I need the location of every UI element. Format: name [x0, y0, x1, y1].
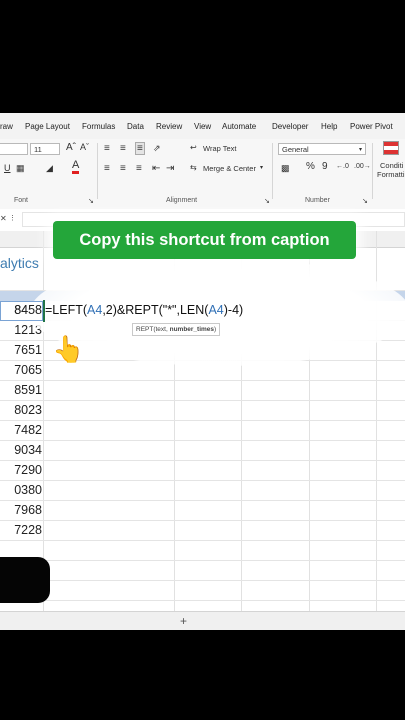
font-size-value: 11 — [34, 145, 42, 154]
divider — [272, 143, 273, 199]
fill-color-icon[interactable]: ◢ — [46, 163, 53, 174]
cell-value[interactable]: 7651 — [0, 341, 42, 360]
table-row[interactable] — [0, 541, 405, 561]
table-row[interactable]: 9034 — [0, 441, 405, 461]
conditional-formatting-label-2[interactable]: Formatti — [377, 170, 405, 179]
cell-value[interactable]: 9034 — [0, 441, 42, 460]
cell-value[interactable]: 8023 — [0, 401, 42, 420]
function-tooltip: REPT(text, number_times) — [132, 323, 221, 336]
percent-style-button[interactable]: % — [306, 161, 315, 172]
cell-value[interactable]: 7228 — [0, 521, 42, 540]
number-format-dropdown[interactable]: General ▾ — [278, 143, 366, 155]
menu-data[interactable]: Data — [127, 122, 144, 131]
table-row[interactable]: 7968 — [0, 501, 405, 521]
menu-draw[interactable]: raw — [0, 122, 13, 131]
divider — [372, 143, 373, 199]
number-dialog-launcher-icon[interactable]: ↘ — [362, 197, 368, 205]
font-color-icon[interactable]: A — [72, 160, 80, 174]
menu-page-layout[interactable]: Page Layout — [25, 122, 70, 131]
table-row[interactable]: 7290 — [0, 461, 405, 481]
table-row[interactable]: 0380 — [0, 481, 405, 501]
font-dialog-launcher-icon[interactable]: ↘ — [88, 197, 94, 205]
menu-view[interactable]: View — [194, 122, 211, 131]
add-sheet-button[interactable]: + — [180, 614, 187, 628]
align-right-icon[interactable]: ≡ — [136, 163, 142, 174]
shrink-font-icon[interactable]: Aˇ — [80, 142, 89, 152]
font-size-dropdown[interactable]: 11 — [30, 143, 60, 155]
conditional-formatting-icon[interactable] — [383, 141, 399, 155]
table-row[interactable] — [0, 561, 405, 581]
chevron-down-icon: ▾ — [358, 147, 362, 153]
table-row[interactable]: 8023 — [0, 401, 405, 421]
increase-decimal-icon[interactable]: ←.0 — [336, 163, 349, 170]
increase-indent-icon[interactable]: ⇥ — [166, 163, 174, 174]
formula-part: ,2)&REPT("*",LEN( — [102, 303, 209, 317]
underline-icon[interactable]: U — [4, 163, 11, 173]
merge-center-button[interactable]: Merge & Center — [203, 164, 256, 173]
wrap-text-icon[interactable]: ↩ — [190, 143, 197, 152]
active-cell-value: 8458 — [14, 303, 42, 317]
cell-value[interactable]: 7065 — [0, 361, 42, 380]
group-font-label: Font — [14, 197, 29, 204]
tooltip-end: ) — [214, 326, 217, 333]
number-format-value: General — [282, 145, 309, 154]
borders-icon[interactable]: ▦ — [16, 163, 25, 174]
top-align-icon[interactable]: ≡ — [104, 143, 110, 154]
menu-automate[interactable]: Automate — [222, 122, 256, 131]
table-row[interactable] — [0, 581, 405, 601]
decrease-indent-icon[interactable]: ⇤ — [152, 163, 160, 174]
merge-dropdown-chevron-icon[interactable]: ▾ — [260, 164, 263, 171]
tooltip-argument: number_times — [169, 326, 215, 333]
formula-part: )-4) — [223, 303, 244, 317]
middle-align-icon[interactable]: ≡ — [120, 143, 126, 154]
alignment-dialog-launcher-icon[interactable]: ↘ — [264, 197, 270, 205]
group-number-label: Number — [305, 197, 330, 204]
menu-help[interactable]: Help — [321, 122, 337, 131]
decrease-decimal-icon[interactable]: .00→ — [354, 163, 371, 170]
sheet-tab-bar: + — [0, 611, 405, 630]
sheet-heading: alytics — [0, 255, 39, 271]
menu-power-pivot[interactable]: Power Pivot — [350, 122, 393, 131]
ribbon: 11 Aˆ Aˇ U ▦ ◢ A Font ↘ ≡ ≡ ≡ ⇗ ≡ ≡ ≡ ⇤ … — [0, 139, 405, 210]
conditional-formatting-label[interactable]: Conditi — [380, 161, 403, 170]
pointing-hand-emoji: 👆 — [52, 334, 85, 364]
cell-value[interactable]: 7290 — [0, 461, 42, 480]
more-icon: ⋮ — [9, 215, 16, 222]
cell-value[interactable]: 0380 — [0, 481, 42, 500]
group-alignment-label: Alignment — [166, 197, 198, 204]
fx-icon[interactable]: ✕ — [0, 214, 7, 223]
bottom-align-icon[interactable]: ≡ — [135, 142, 145, 155]
cell-value[interactable]: 7968 — [0, 501, 42, 520]
table-row[interactable]: 8591 — [0, 381, 405, 401]
comma-style-button[interactable]: 9 — [322, 161, 328, 172]
black-overlay-shape — [0, 557, 50, 603]
align-center-icon[interactable]: ≡ — [120, 163, 126, 174]
table-row[interactable]: 7482 — [0, 421, 405, 441]
formula-text[interactable]: =LEFT(A4,2)&REPT("*",LEN(A4)-4) — [45, 303, 243, 317]
formula-part: =LEFT( — [45, 303, 88, 317]
cell-value[interactable]: 8591 — [0, 381, 42, 400]
wrap-text-button[interactable]: Wrap Text — [203, 144, 237, 153]
grow-font-icon[interactable]: Aˆ — [66, 142, 76, 153]
menu-bar: raw Page Layout Formulas Data Review Vie… — [0, 113, 405, 139]
align-left-icon[interactable]: ≡ — [104, 163, 110, 174]
caption-banner: Copy this shortcut from caption — [53, 221, 356, 259]
tooltip-function: REPT(text, — [136, 326, 170, 333]
merge-center-icon[interactable]: ⇆ — [190, 163, 197, 172]
cell-value[interactable]: 7482 — [0, 421, 42, 440]
menu-developer[interactable]: Developer — [272, 122, 308, 131]
font-name-dropdown[interactable] — [0, 143, 28, 155]
table-row[interactable]: 7228 — [0, 521, 405, 541]
excel-window: raw Page Layout Formulas Data Review Vie… — [0, 113, 405, 630]
divider — [97, 143, 98, 199]
orientation-icon[interactable]: ⇗ — [153, 143, 161, 154]
cell-reference: A4 — [87, 303, 103, 317]
accounting-format-icon[interactable]: ▩ — [281, 163, 290, 174]
menu-review[interactable]: Review — [156, 122, 182, 131]
menu-formulas[interactable]: Formulas — [82, 122, 115, 131]
cell-reference: A4 — [208, 303, 224, 317]
